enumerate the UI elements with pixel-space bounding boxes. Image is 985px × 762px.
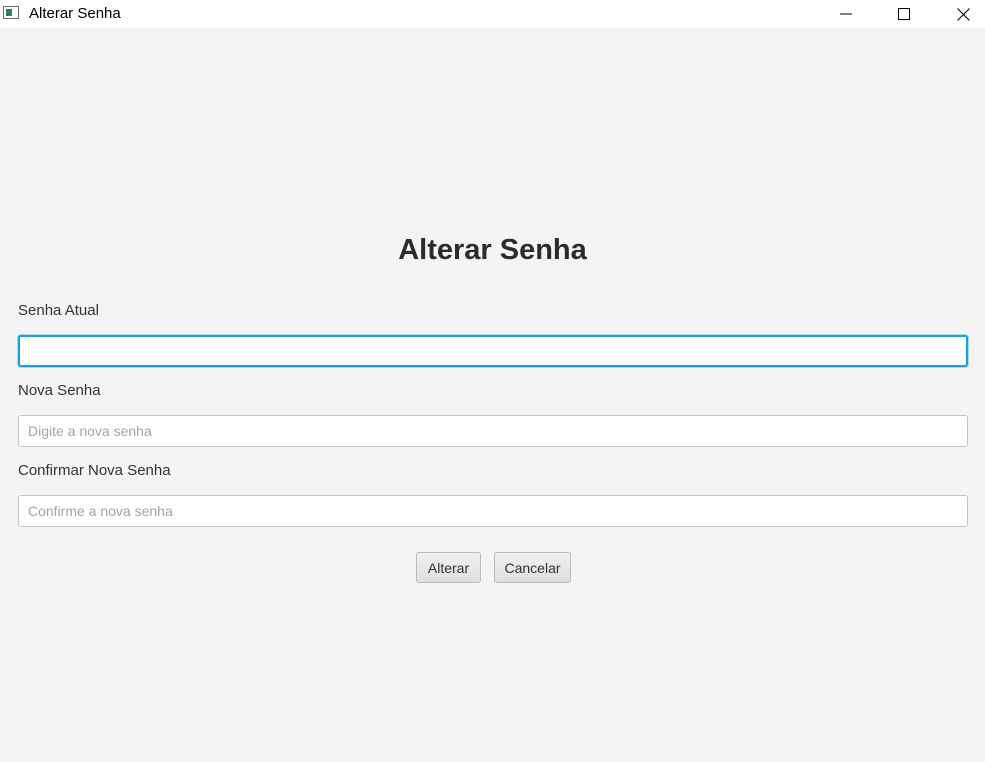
close-button[interactable] xyxy=(940,0,985,28)
current-password-field[interactable] xyxy=(18,335,968,367)
new-password-label: Nova Senha xyxy=(18,382,101,399)
current-password-label: Senha Atual xyxy=(18,302,99,319)
maximize-icon xyxy=(898,8,910,20)
change-password-window: Alterar Senha Alterar Senha Senha Atual … xyxy=(0,0,985,762)
page-title: Alterar Senha xyxy=(398,234,587,266)
minimize-button[interactable] xyxy=(823,0,869,28)
confirm-password-label: Confirmar Nova Senha xyxy=(18,462,171,479)
app-icon xyxy=(3,6,19,19)
maximize-button[interactable] xyxy=(881,0,927,28)
confirm-password-field[interactable] xyxy=(18,495,968,527)
close-icon xyxy=(956,7,970,21)
title-bar[interactable]: Alterar Senha xyxy=(0,0,985,28)
cancel-button[interactable]: Cancelar xyxy=(494,552,571,583)
minimize-icon xyxy=(840,13,852,15)
submit-change-button[interactable]: Alterar xyxy=(416,552,481,583)
new-password-field[interactable] xyxy=(18,415,968,447)
window-title: Alterar Senha xyxy=(29,5,121,22)
